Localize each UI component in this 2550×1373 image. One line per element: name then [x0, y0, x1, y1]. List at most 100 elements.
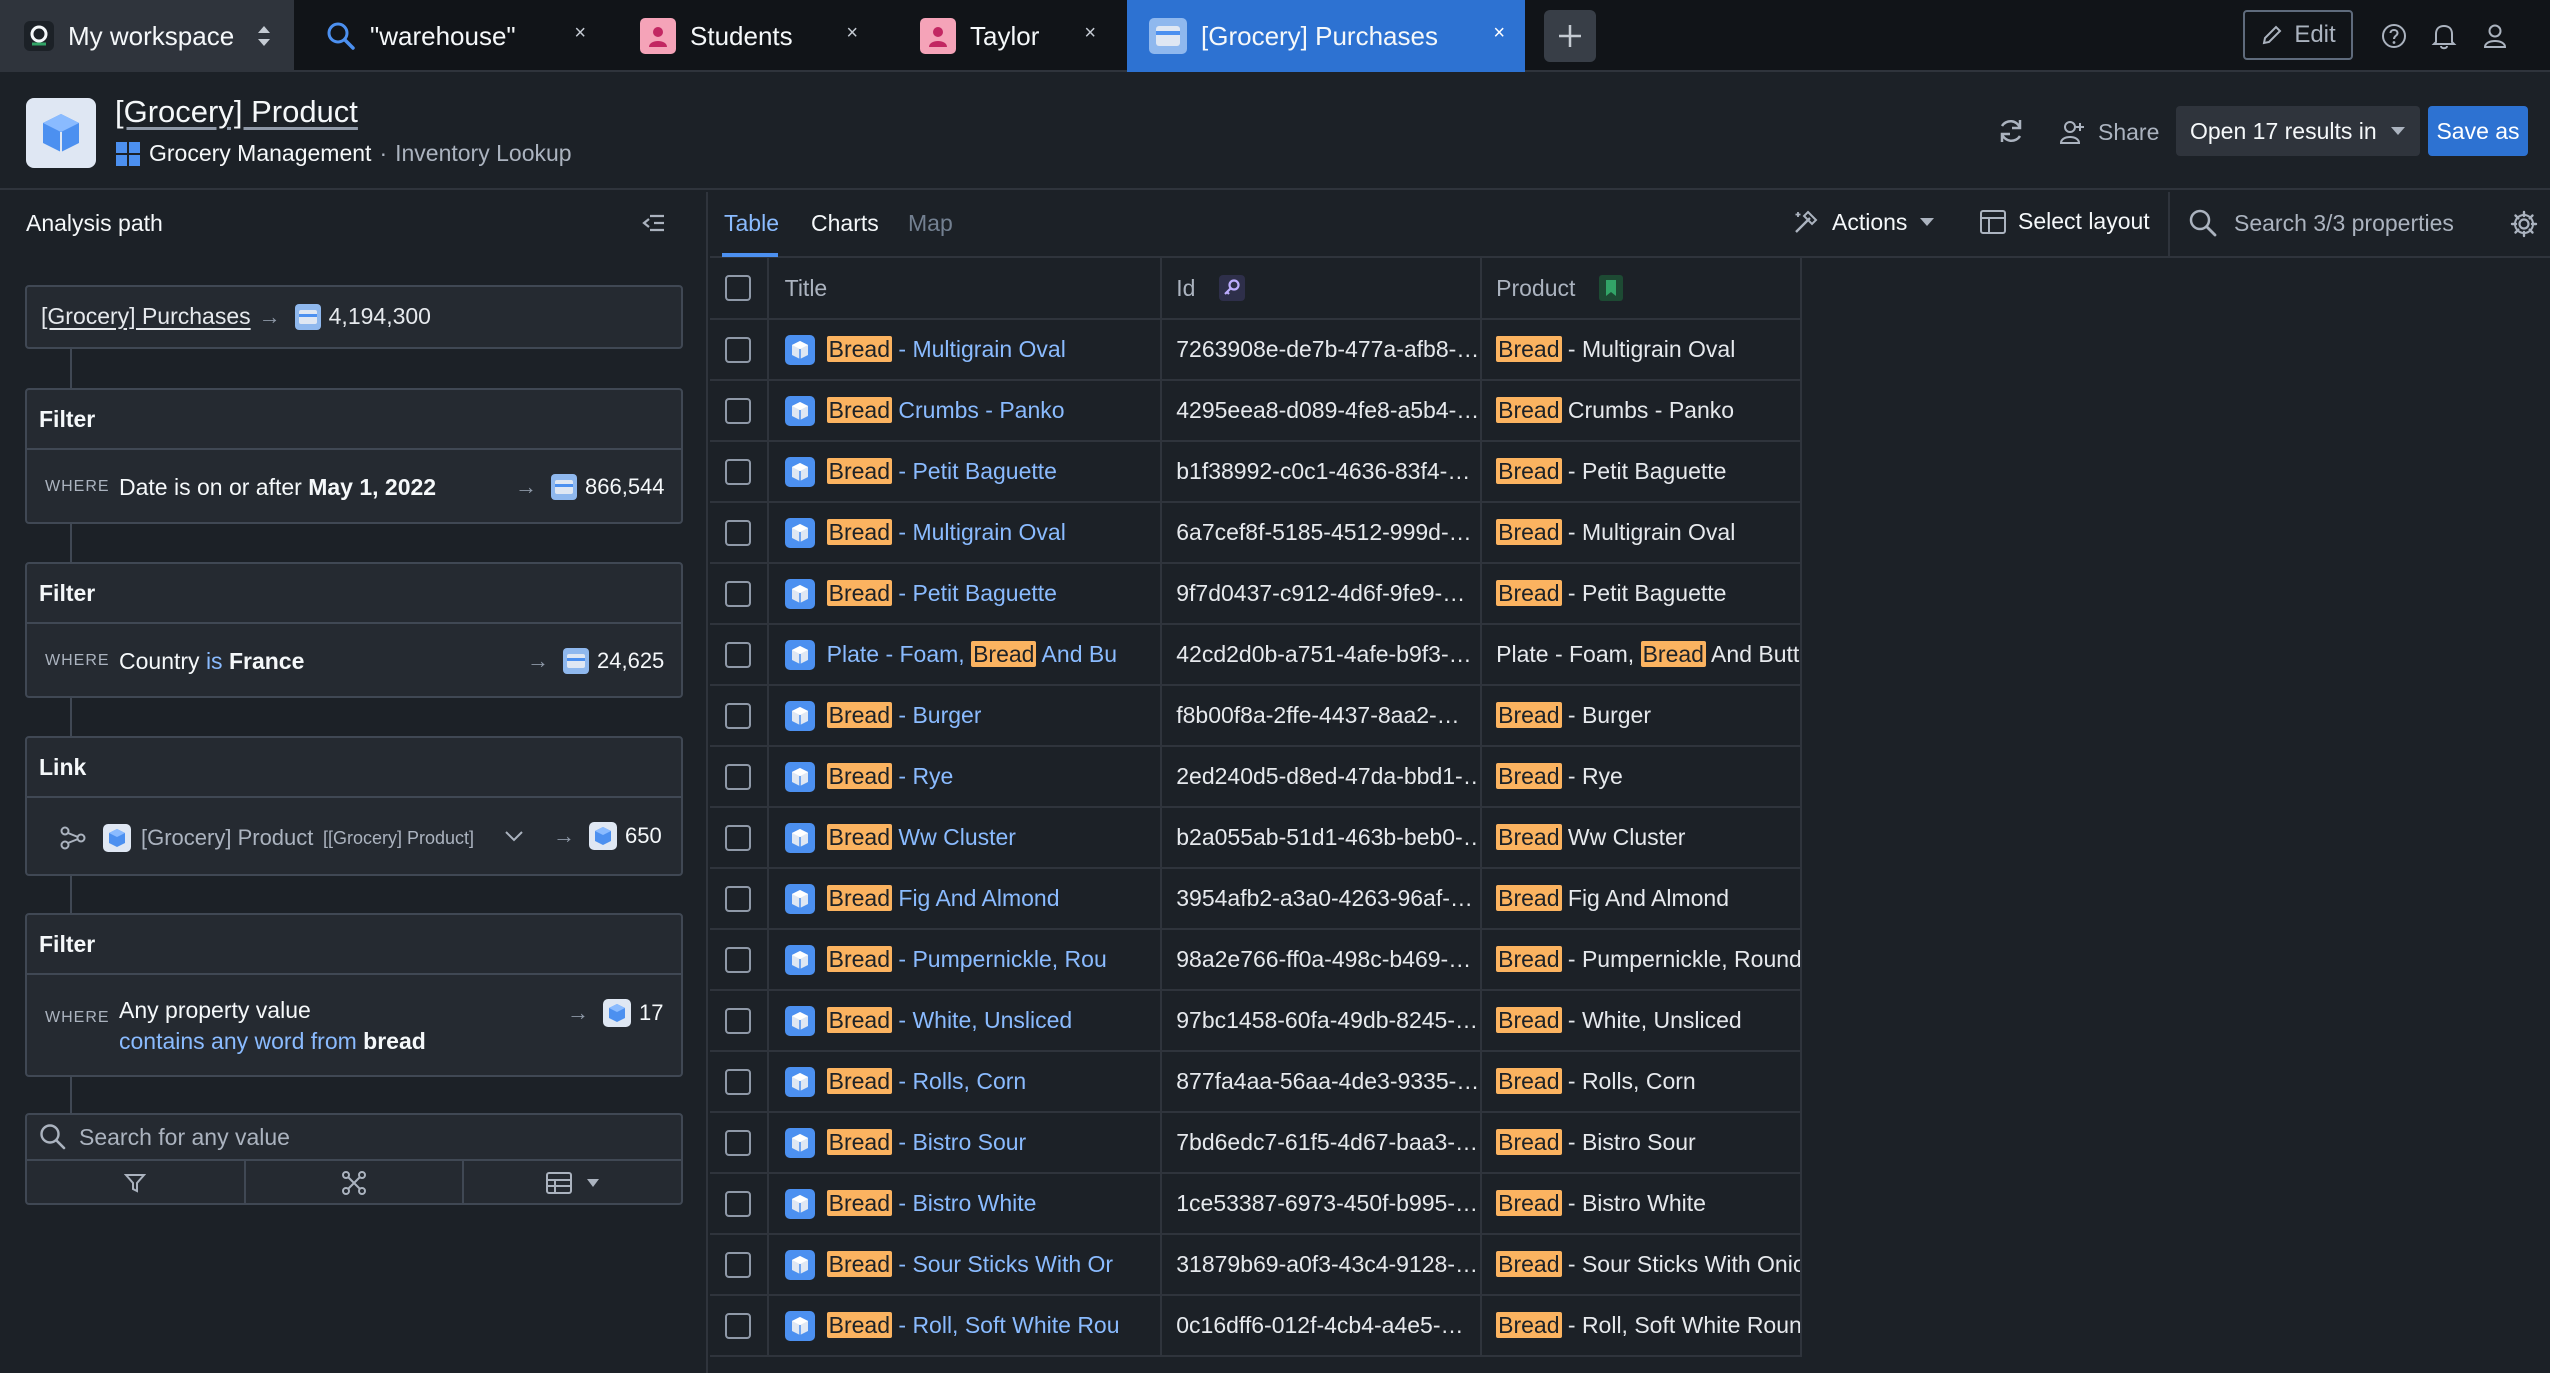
table-row[interactable]: Bread - Burger f8b00f8a-2ffe-4437-8aa2-… B… — [710, 686, 1803, 747]
close-tab-icon[interactable]: × — [574, 22, 586, 45]
filter-card-property[interactable]: Filter WHERE Any property value contains… — [25, 913, 683, 1077]
filter-card-date[interactable]: Filter WHERE Date is on or after May 1, … — [25, 388, 683, 524]
collapse-panel-icon[interactable] — [640, 210, 666, 236]
source-dataset-card[interactable]: [Grocery] Purchases → 4,194,300 — [25, 285, 683, 349]
title-link[interactable]: Bread Fig And Almond — [826, 885, 1060, 912]
filter-card-country[interactable]: Filter WHERE Country is France → 24,625 — [25, 562, 683, 698]
link-card[interactable]: Link [Grocery] Product [[Grocery] Produc… — [25, 736, 683, 876]
row-checkbox[interactable] — [725, 519, 752, 546]
title-cell[interactable]: Bread - Bistro Sour — [766, 1113, 1161, 1172]
user-profile-icon[interactable] — [2482, 22, 2508, 50]
save-as-button[interactable]: Save as — [2428, 106, 2528, 156]
table-row[interactable]: Bread - Multigrain Oval 6a7cef8f-5185-451… — [710, 503, 1803, 564]
app-name[interactable]: Grocery Management — [149, 140, 371, 167]
open-results-dropdown[interactable]: Open 17 results in — [2176, 106, 2420, 156]
column-header-id[interactable]: Id — [1160, 258, 1480, 318]
row-checkbox[interactable] — [725, 946, 752, 973]
add-filter-button[interactable] — [27, 1161, 246, 1205]
title-link[interactable]: Bread - Rolls, Corn — [826, 1068, 1026, 1095]
table-row[interactable]: Bread - Rolls, Corn 877fa4aa-56aa-4de3-93… — [710, 1052, 1803, 1113]
table-row[interactable]: Bread - Sour Sticks With Or 31879b69-a0f3… — [710, 1235, 1803, 1296]
table-row[interactable]: Bread - Pumpernickle, Rou 98a2e766-ff0a-4… — [710, 930, 1803, 991]
title-cell[interactable]: Bread Ww Cluster — [766, 808, 1161, 867]
tab-map[interactable]: Map — [908, 210, 953, 237]
title-link[interactable]: Bread - Rye — [826, 763, 953, 790]
chevron-down-icon[interactable] — [503, 828, 525, 844]
title-link[interactable]: Bread - Bistro Sour — [826, 1129, 1026, 1156]
column-header-product[interactable]: Product — [1480, 258, 1803, 318]
table-row[interactable]: Bread Ww Cluster b2a055ab-51d1-463b-beb0-… — [710, 808, 1803, 869]
tab-table[interactable]: Table — [724, 210, 779, 237]
close-tab-icon[interactable]: × — [1493, 22, 1505, 45]
title-link[interactable]: Bread - Sour Sticks With Or — [826, 1251, 1113, 1278]
title-cell[interactable]: Bread - White, Unsliced — [766, 991, 1161, 1050]
row-checkbox[interactable] — [725, 763, 752, 790]
close-tab-icon[interactable]: × — [846, 22, 858, 45]
property-search-input[interactable]: Search 3/3 properties — [2188, 208, 2454, 238]
title-cell[interactable]: Bread - Pumpernickle, Rou — [766, 930, 1161, 989]
row-checkbox[interactable] — [725, 1190, 752, 1217]
select-layout-button[interactable]: Select layout — [1980, 208, 2150, 235]
share-button[interactable]: Share — [2058, 118, 2159, 146]
tab-students[interactable]: Students × — [626, 0, 878, 72]
title-cell[interactable]: Bread - Bistro White — [766, 1174, 1161, 1233]
row-checkbox[interactable] — [725, 1068, 752, 1095]
edit-button[interactable]: Edit — [2243, 10, 2353, 60]
table-row[interactable]: Bread - Rye 2ed240d5-d8ed-47da-bbd1-… Brea… — [710, 747, 1803, 808]
row-checkbox[interactable] — [725, 824, 752, 851]
title-cell[interactable]: Bread - Rolls, Corn — [766, 1052, 1161, 1111]
tab-taylor[interactable]: Taylor × — [906, 0, 1116, 72]
add-link-button[interactable] — [246, 1161, 465, 1205]
row-checkbox[interactable] — [725, 702, 752, 729]
tab-grocery-purchases[interactable]: [Grocery] Purchases × — [1127, 0, 1525, 72]
tab-charts[interactable]: Charts — [811, 210, 879, 237]
title-link[interactable]: Bread - Petit Baguette — [826, 458, 1057, 485]
title-link[interactable]: Bread - White, Unsliced — [826, 1007, 1072, 1034]
table-row[interactable]: Bread - White, Unsliced 97bc1458-60fa-49d… — [710, 991, 1803, 1052]
title-cell[interactable]: Bread - Rye — [766, 747, 1161, 806]
gear-icon[interactable] — [2510, 210, 2538, 238]
table-row[interactable]: Plate - Foam, Bread And Bu 42cd2d0b-a751-… — [710, 625, 1803, 686]
row-checkbox[interactable] — [725, 580, 752, 607]
select-all-checkbox[interactable] — [725, 275, 752, 301]
title-cell[interactable]: Plate - Foam, Bread And Bu — [766, 625, 1161, 684]
table-row[interactable]: Bread - Petit Baguette b1f38992-c0c1-4636… — [710, 442, 1803, 503]
actions-dropdown[interactable]: Actions — [1792, 208, 1935, 236]
row-checkbox[interactable] — [725, 458, 752, 485]
row-checkbox[interactable] — [725, 336, 752, 363]
title-link[interactable]: Bread - Petit Baguette — [826, 580, 1057, 607]
refresh-button[interactable] — [1996, 116, 2026, 146]
title-cell[interactable]: Bread - Petit Baguette — [766, 442, 1161, 501]
help-icon[interactable] — [2380, 22, 2408, 50]
table-row[interactable]: Bread Fig And Almond 3954afb2-a3a0-4263-9… — [710, 869, 1803, 930]
title-cell[interactable]: Bread - Sour Sticks With Or — [766, 1235, 1161, 1294]
title-cell[interactable]: Bread - Multigrain Oval — [766, 320, 1161, 379]
title-link[interactable]: Bread - Multigrain Oval — [826, 519, 1066, 546]
table-row[interactable]: Bread - Bistro Sour 7bd6edc7-61f5-4d67-ba… — [710, 1113, 1803, 1174]
title-link[interactable]: Bread - Pumpernickle, Rou — [826, 946, 1107, 973]
row-checkbox[interactable] — [725, 641, 752, 668]
column-header-title[interactable]: Title — [766, 258, 1161, 318]
tab-search-warehouse[interactable]: "warehouse" × — [310, 0, 606, 72]
title-cell[interactable]: Bread Crumbs - Panko — [766, 381, 1161, 440]
table-row[interactable]: Bread Crumbs - Panko 4295eea8-d089-4fe8-a… — [710, 381, 1803, 442]
row-checkbox[interactable] — [725, 1312, 752, 1339]
table-row[interactable]: Bread - Petit Baguette 9f7d0437-c912-4d6f… — [710, 564, 1803, 625]
title-link[interactable]: Bread - Roll, Soft White Rou — [826, 1312, 1120, 1339]
add-view-dropdown[interactable] — [464, 1161, 681, 1205]
row-checkbox[interactable] — [725, 397, 752, 424]
title-link[interactable]: Bread - Burger — [826, 702, 981, 729]
close-tab-icon[interactable]: × — [1084, 22, 1096, 45]
title-link[interactable]: Bread Ww Cluster — [826, 824, 1016, 851]
title-link[interactable]: Bread - Bistro White — [826, 1190, 1036, 1217]
notifications-bell-icon[interactable] — [2431, 22, 2457, 50]
row-checkbox[interactable] — [725, 1129, 752, 1156]
title-link[interactable]: Bread - Multigrain Oval — [826, 336, 1066, 363]
title-cell[interactable]: Bread - Petit Baguette — [766, 564, 1161, 623]
value-search-input[interactable]: Search for any value — [27, 1115, 681, 1161]
add-tab-button[interactable] — [1544, 10, 1596, 62]
title-link[interactable]: Plate - Foam, Bread And Bu — [827, 641, 1117, 668]
row-checkbox[interactable] — [725, 1251, 752, 1278]
title-cell[interactable]: Bread - Roll, Soft White Rou — [766, 1296, 1161, 1355]
title-cell[interactable]: Bread - Burger — [766, 686, 1161, 745]
